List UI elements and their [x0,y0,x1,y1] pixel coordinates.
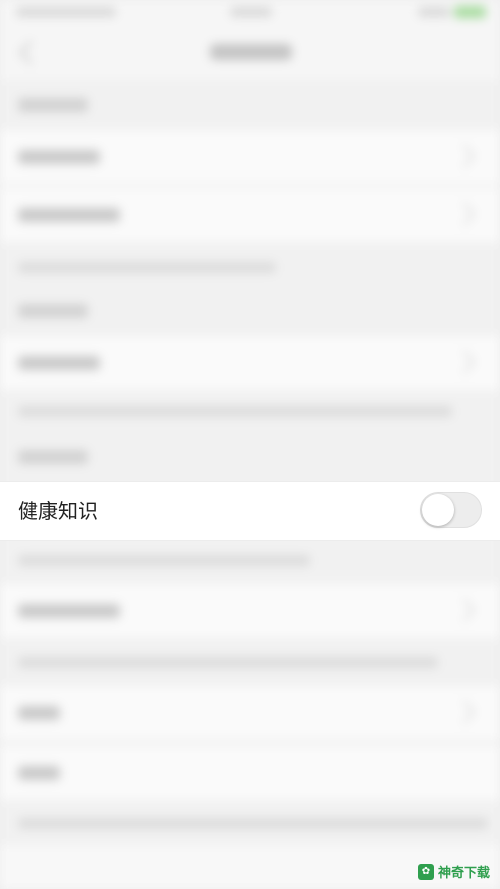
blurred-background [0,0,500,889]
battery-icon [454,6,486,18]
chevron-right-icon [452,350,476,374]
section-header-1 [18,98,88,112]
toggle-knob [422,494,454,526]
section-header-2 [18,304,88,318]
chevron-right-icon [452,202,476,226]
watermark: ✿ 神奇下载 [417,862,490,881]
settings-row-label [18,604,120,618]
watermark-text: 神奇下载 [437,866,490,881]
section-header-3 [18,450,88,464]
settings-row-1[interactable] [0,130,500,184]
settings-row-label [18,356,100,370]
status-bar [0,0,500,26]
watermark-logo-icon: ✿ [417,863,434,880]
status-time [230,7,272,17]
page-title [210,44,292,60]
settings-row-4[interactable] [0,584,500,638]
back-arrow-icon[interactable] [18,40,43,65]
health-knowledge-toggle[interactable] [420,492,482,528]
settings-row-label [18,706,60,720]
chevron-right-icon [452,700,476,724]
settings-row-health-knowledge[interactable]: 健康知识 [0,481,500,541]
settings-row-label [18,208,120,222]
section-note [18,657,438,668]
carrier-signal [16,7,116,17]
settings-row-5[interactable] [0,686,500,740]
settings-row-2[interactable] [0,188,500,242]
settings-row-label [18,766,60,780]
section-note [18,818,488,829]
settings-row-3[interactable] [0,336,500,390]
chevron-right-icon [452,598,476,622]
section-note [18,262,276,273]
section-note [18,555,310,566]
section-note [18,406,452,417]
settings-row-6[interactable] [0,746,500,800]
settings-row-label [18,150,100,164]
health-knowledge-label: 健康知识 [18,499,98,523]
navigation-bar [0,26,500,80]
chevron-right-icon [452,144,476,168]
status-indicators [418,7,450,17]
